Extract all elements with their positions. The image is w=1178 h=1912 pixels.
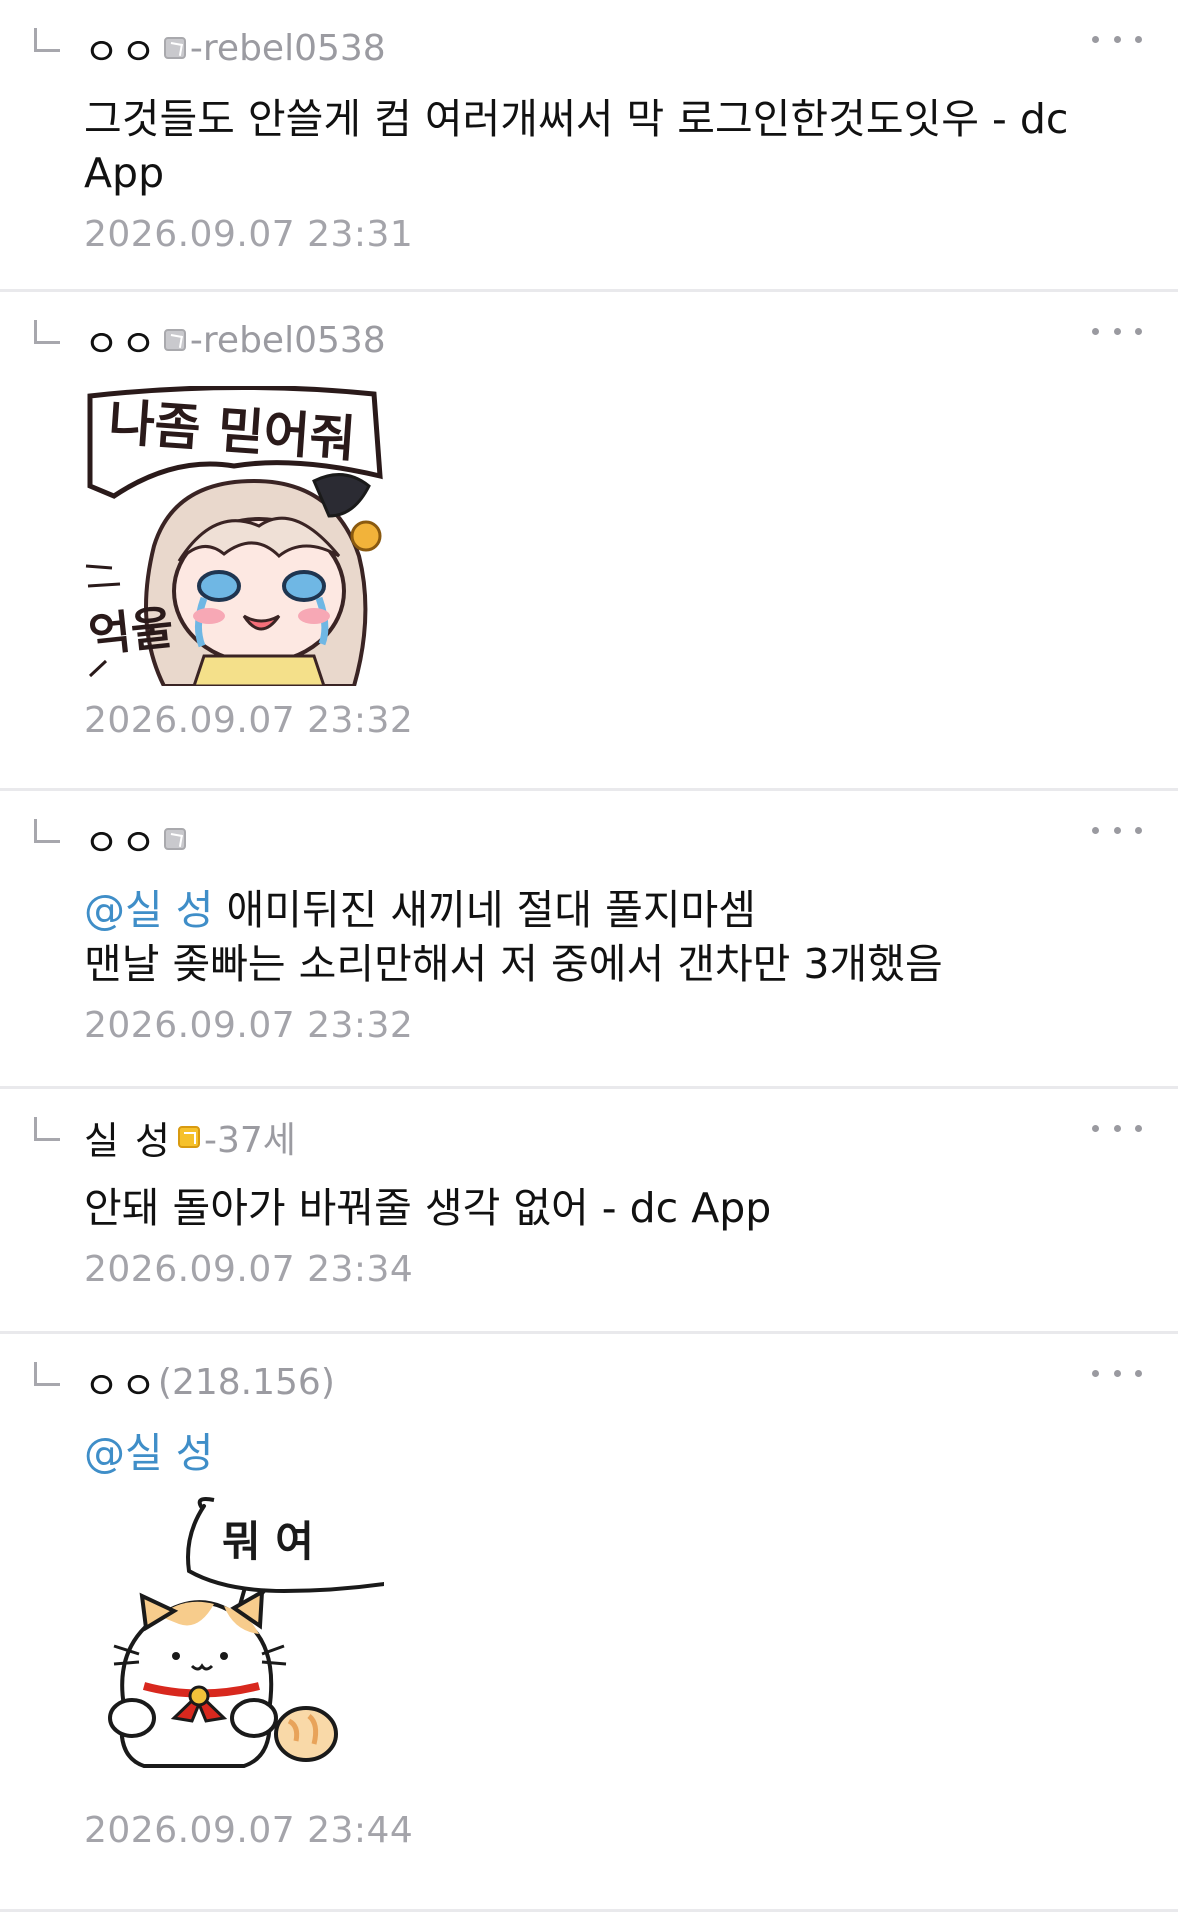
author-name: ㅇㅇ <box>84 820 158 865</box>
comment-text: 그것들도 안쓸게 컴 여러개써서 막 로그인한것도잇우 - dc App <box>84 95 1082 197</box>
fixed-nick-badge-icon <box>178 1126 200 1148</box>
comment-text: @실 성 애미뒤진 새끼네 절대 풀지마셈맨날 좆빠는 소리만해서 저 중에서 … <box>84 883 1142 991</box>
gallery-user-badge-icon <box>163 37 186 59</box>
comment-text-line1: 애미뒤진 새끼네 절대 풀지마셈 <box>213 886 756 934</box>
comment-text: @실 성 <box>84 1426 1142 1480</box>
comment-author: ㅇㅇ <box>84 815 1142 865</box>
author-name: ㅇㅇ <box>84 321 158 366</box>
reply-arrow-icon <box>34 1117 60 1141</box>
reply-arrow-icon <box>34 1362 60 1386</box>
comment-author: 실 성 -37세 <box>84 1113 1142 1163</box>
more-options-icon[interactable] <box>1092 815 1142 845</box>
user-mention[interactable]: @실 성 <box>84 886 213 934</box>
comment-item: 실 성 -37세 안돼 돌아가 바꿔줄 생각 없어 - dc App 2026.… <box>0 1089 1178 1334</box>
author-name: ㅇㅇ <box>84 29 158 74</box>
author-id: -rebel0538 <box>189 319 386 361</box>
sticker-caption: 뭐 여 <box>222 1517 314 1566</box>
author-ip: (218.156) <box>157 1361 335 1403</box>
author-id: -rebel0538 <box>189 27 386 69</box>
comment-author: ㅇㅇ -rebel0538 <box>84 316 1142 366</box>
reply-arrow-icon <box>34 320 60 344</box>
crying-girl-sticker[interactable]: 나좀 믿어줘 억울 <box>84 386 384 686</box>
more-options-icon[interactable] <box>1092 1113 1142 1143</box>
author-name: 실 성 <box>84 1118 172 1163</box>
sticker-side-caption: 억울 <box>86 600 176 663</box>
more-options-icon[interactable] <box>1092 1358 1142 1388</box>
cat-sticker[interactable]: 뭐 여 <box>84 1496 384 1796</box>
gallery-user-badge-icon <box>163 329 186 351</box>
more-options-icon[interactable] <box>1092 316 1142 346</box>
author-name: ㅇㅇ <box>84 1363 158 1408</box>
reply-arrow-icon <box>34 819 60 843</box>
comment-timestamp: 2026.09.07 23:32 <box>84 1005 414 1046</box>
more-options-icon[interactable] <box>1092 24 1142 54</box>
comment-text: 안돼 돌아가 바꿔줄 생각 없어 - dc App <box>84 1184 772 1232</box>
comment-item: ㅇㅇ -rebel0538 나좀 믿어줘 억울 2026.09.07 23:32 <box>0 292 1178 791</box>
comment-item: ㅇㅇ @실 성 애미뒤진 새끼네 절대 풀지마셈맨날 좆빠는 소리만해서 저 중… <box>0 791 1178 1089</box>
comment-author: ㅇㅇ (218.156) <box>84 1358 1142 1408</box>
reply-arrow-icon <box>34 28 60 52</box>
user-mention[interactable]: @실 성 <box>84 1429 213 1477</box>
comment-text-line2: 맨날 좆빠는 소리만해서 저 중에서 갠차만 3개했음 <box>84 940 943 988</box>
gallery-user-badge-icon <box>163 828 186 850</box>
comment-timestamp: 2026.09.07 23:44 <box>84 1810 414 1851</box>
comment-item: ㅇㅇ (218.156) @실 성 뭐 여 2026.09.07 23:44 <box>0 1334 1178 1912</box>
comment-timestamp: 2026.09.07 23:34 <box>84 1249 414 1290</box>
author-id: -37세 <box>204 1120 296 1161</box>
comment-author: ㅇㅇ -rebel0538 <box>84 24 1142 74</box>
comment-timestamp: 2026.09.07 23:32 <box>84 700 414 741</box>
comment-timestamp: 2026.09.07 23:31 <box>84 214 414 255</box>
comment-item: ㅇㅇ -rebel0538 그것들도 안쓸게 컴 여러개써서 막 로그인한것도잇… <box>0 0 1178 292</box>
